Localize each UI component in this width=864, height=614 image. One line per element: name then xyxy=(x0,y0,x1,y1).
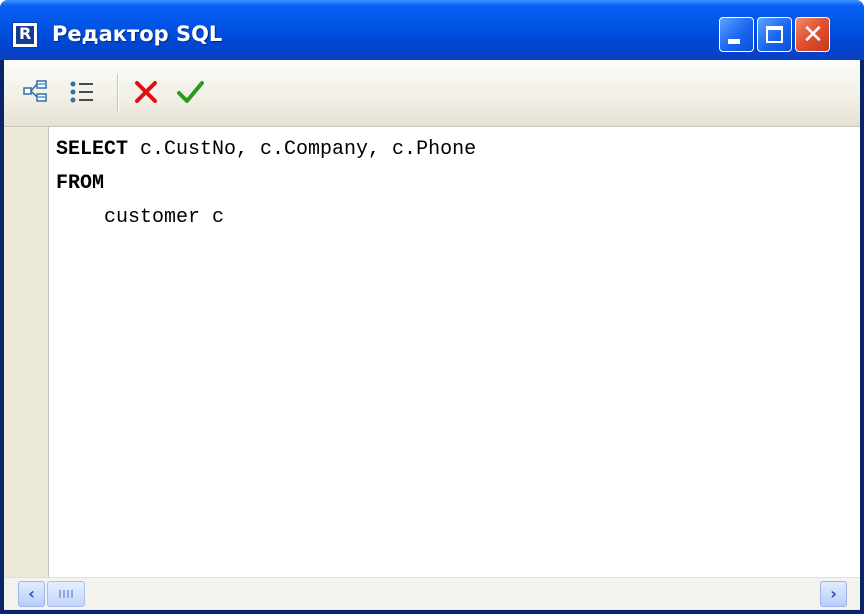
minimize-icon xyxy=(728,39,740,44)
code-text: c.CustNo, c.Company, c.Phone xyxy=(128,138,477,161)
horizontal-scrollbar[interactable]: ‹ › xyxy=(4,577,860,609)
sql-editor-window: Редактор SQL ✕ xyxy=(0,0,864,614)
sql-keyword: SELECT xyxy=(56,138,129,161)
cross-icon xyxy=(135,81,157,103)
checkmark-icon xyxy=(177,81,204,103)
scroll-right-button[interactable]: › xyxy=(820,581,847,607)
arrow-left-icon: ‹ xyxy=(28,584,35,603)
cancel-button[interactable] xyxy=(132,78,160,106)
close-icon: ✕ xyxy=(802,20,824,50)
grip-icon xyxy=(59,590,73,598)
sql-code[interactable]: SELECT c.CustNo, c.Company, c.Phone FROM… xyxy=(56,133,860,577)
code-line: FROM xyxy=(56,167,860,201)
close-button[interactable]: ✕ xyxy=(795,17,830,52)
code-line: customer c xyxy=(56,201,860,235)
line-gutter xyxy=(4,127,49,577)
list-icon xyxy=(70,81,93,103)
code-line: SELECT c.CustNo, c.Company, c.Phone xyxy=(56,133,860,167)
scroll-left-button[interactable]: ‹ xyxy=(18,581,45,607)
ok-button[interactable] xyxy=(176,78,204,106)
query-builder-button[interactable] xyxy=(22,78,50,106)
sql-text-area[interactable]: SELECT c.CustNo, c.Company, c.Phone FROM… xyxy=(4,127,860,577)
toolbar xyxy=(4,60,860,127)
window-title: Редактор SQL xyxy=(52,22,223,46)
scroll-thumb[interactable] xyxy=(47,581,85,607)
maximize-icon xyxy=(766,26,783,43)
diagram-icon xyxy=(23,80,47,102)
title-bar[interactable]: Редактор SQL ✕ xyxy=(0,0,864,60)
client-area: SELECT c.CustNo, c.Company, c.Phone FROM… xyxy=(4,60,860,610)
maximize-button[interactable] xyxy=(757,17,792,52)
arrow-right-icon: › xyxy=(830,584,837,603)
toolbar-separator xyxy=(117,74,119,112)
sql-keyword: FROM xyxy=(56,172,105,195)
minimize-button[interactable] xyxy=(719,17,754,52)
code-text: customer c xyxy=(56,206,225,229)
params-button[interactable] xyxy=(68,78,96,106)
app-logo-icon xyxy=(12,22,38,48)
